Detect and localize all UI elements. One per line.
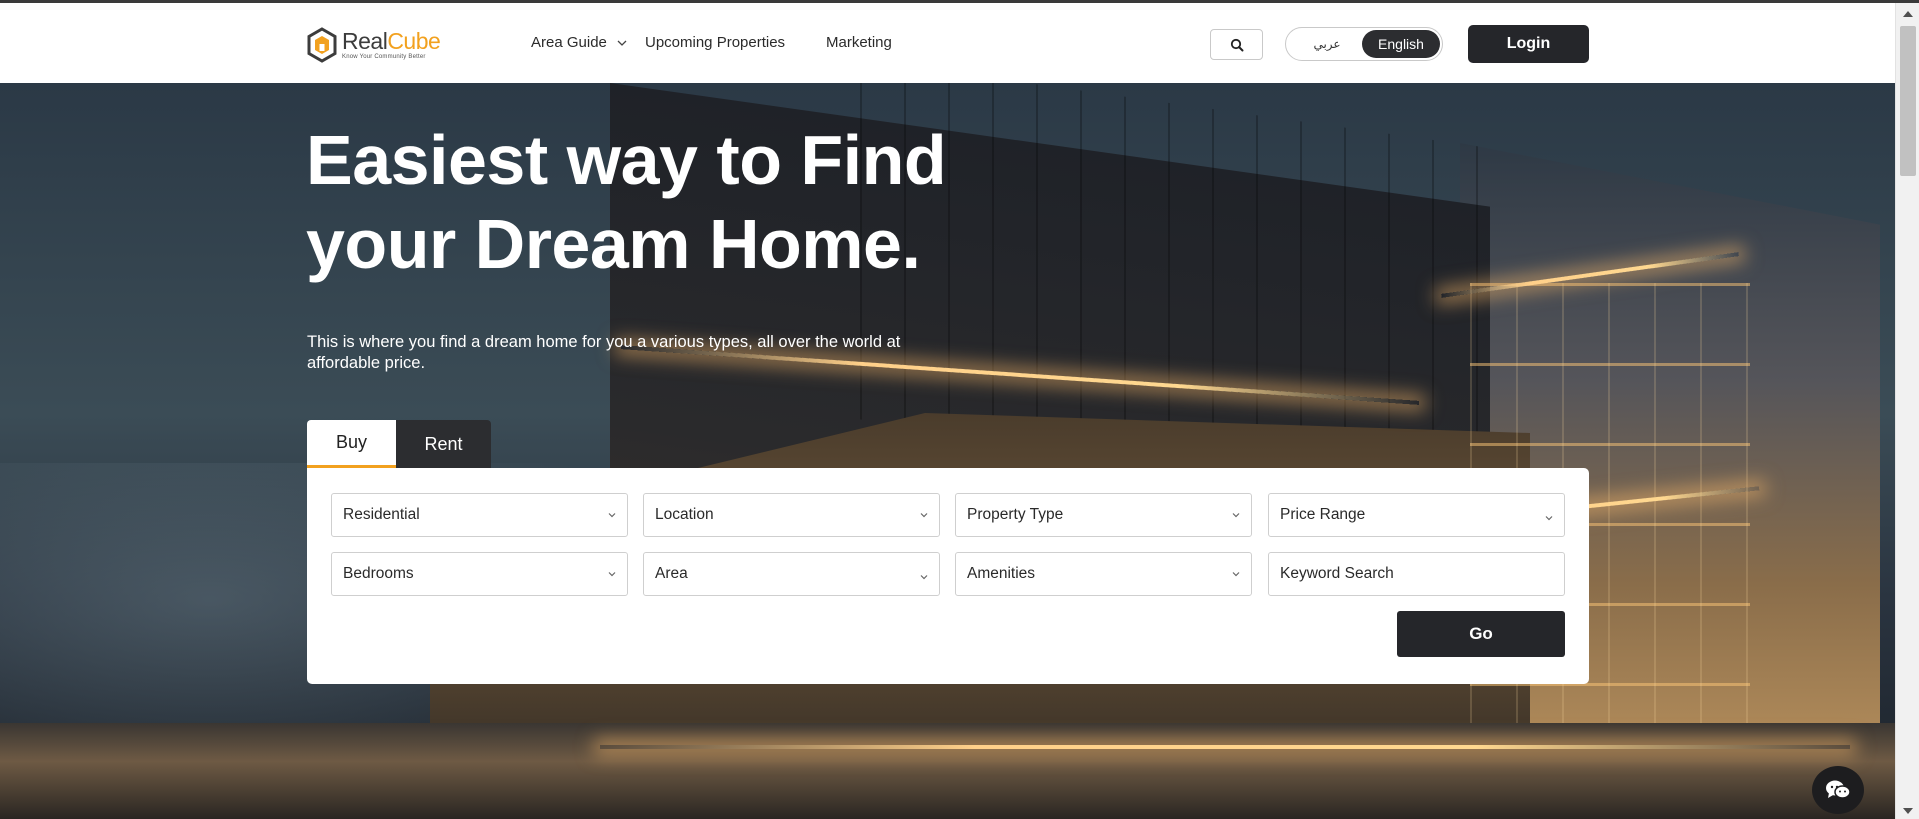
login-button[interactable]: Login	[1468, 25, 1589, 63]
nav-upcoming-properties[interactable]: Upcoming Properties	[645, 34, 785, 51]
page-scrollbar[interactable]	[1895, 3, 1919, 819]
chevron-down-icon	[617, 40, 627, 46]
hero-headline-line1: Easiest way to Find	[306, 121, 947, 199]
bedrooms-select[interactable]: Bedrooms	[331, 552, 628, 596]
bedrooms-select-value: Bedrooms	[343, 565, 414, 582]
chevron-down-icon	[608, 572, 616, 577]
nav-area-guide-label: Area Guide	[531, 34, 607, 51]
tab-buy[interactable]: Buy	[307, 420, 396, 468]
category-select[interactable]: Residential	[331, 493, 628, 537]
amenities-select-value: Amenities	[967, 565, 1036, 582]
nav-area-guide[interactable]: Area Guide	[531, 34, 627, 51]
location-select[interactable]: Location	[643, 493, 940, 537]
hero-headline-line2: your Dream Home.	[306, 205, 921, 283]
chevron-down-icon	[1232, 572, 1240, 577]
tab-rent[interactable]: Rent	[396, 420, 491, 468]
search-fields-layer: Residential Location Property Type Price…	[307, 468, 1589, 684]
chat-bubbles-icon	[1826, 780, 1851, 799]
keyword-search-input[interactable]	[1280, 565, 1550, 583]
brand-name: RealCube	[342, 28, 441, 54]
logo-hexagon-icon	[307, 27, 337, 63]
property-type-select-value: Property Type	[967, 506, 1064, 523]
lang-arabic-option[interactable]: عربي	[1290, 31, 1364, 57]
lang-english-option[interactable]: English	[1362, 30, 1440, 58]
language-toggle[interactable]: عربي English	[1285, 27, 1443, 61]
hero-bg-ground	[0, 723, 1895, 819]
hero-subtext: This is where you find a dream home for …	[307, 333, 901, 372]
category-select-value: Residential	[343, 506, 420, 523]
chevron-down-icon	[920, 575, 928, 580]
scroll-down-arrow-icon[interactable]	[1903, 808, 1913, 814]
nav-marketing[interactable]: Marketing	[826, 34, 892, 51]
hero-bg-light-strip	[600, 745, 1850, 749]
property-type-select[interactable]: Property Type	[955, 493, 1252, 537]
chat-button[interactable]	[1812, 766, 1864, 814]
go-button[interactable]: Go	[1397, 611, 1565, 657]
chevron-down-icon	[1232, 513, 1240, 518]
brand-name-cube: Cube	[387, 28, 441, 54]
scrollbar-thumb[interactable]	[1900, 26, 1916, 176]
search-icon	[1230, 38, 1243, 51]
chevron-down-icon	[1545, 516, 1553, 521]
search-button[interactable]	[1210, 29, 1263, 60]
chevron-down-icon	[608, 513, 616, 518]
keyword-search-field[interactable]	[1268, 552, 1565, 596]
area-select-value: Area	[655, 565, 688, 582]
search-tabs: Buy Rent	[307, 420, 491, 468]
scroll-up-arrow-icon[interactable]	[1903, 11, 1913, 17]
area-select[interactable]: Area	[643, 552, 940, 596]
brand-name-real: Real	[342, 28, 388, 54]
top-navbar: RealCube Know Your Community Better Area…	[0, 3, 1895, 83]
hero-headline: Easiest way to Find your Dream Home.	[306, 118, 1026, 286]
brand-tagline: Know Your Community Better	[342, 54, 426, 60]
price-range-select[interactable]: Price Range	[1268, 493, 1565, 537]
price-range-select-value: Price Range	[1280, 506, 1366, 523]
chevron-down-icon	[920, 513, 928, 518]
amenities-select[interactable]: Amenities	[955, 552, 1252, 596]
location-select-value: Location	[655, 506, 714, 523]
brand-logo[interactable]: RealCube Know Your Community Better	[306, 27, 446, 63]
